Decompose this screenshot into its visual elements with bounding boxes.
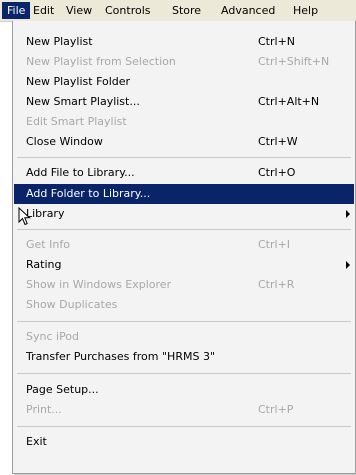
menu-separator bbox=[17, 229, 351, 230]
menu-item-label: Close Window bbox=[26, 135, 103, 148]
menu-item-rating[interactable]: Rating bbox=[14, 255, 354, 275]
menu-separator bbox=[17, 373, 351, 374]
submenu-arrow-icon bbox=[346, 261, 350, 269]
menu-file[interactable]: File bbox=[2, 2, 31, 19]
menu-item-label: New Playlist Folder bbox=[26, 75, 131, 88]
menu-item-new-playlist[interactable]: New Playlist Ctrl+N bbox=[14, 32, 354, 52]
menu-controls[interactable]: Controls bbox=[100, 2, 156, 19]
menu-item-shortcut: Ctrl+O bbox=[258, 166, 296, 179]
menu-item-new-playlist-folder[interactable]: New Playlist Folder bbox=[14, 72, 354, 92]
menu-item-transfer-purchases[interactable]: Transfer Purchases from "HRMS 3" bbox=[14, 347, 354, 367]
menu-item-label: Add File to Library... bbox=[26, 166, 135, 179]
menu-help[interactable]: Help bbox=[288, 2, 323, 19]
menu-view[interactable]: View bbox=[61, 2, 97, 19]
menu-item-new-smart-playlist[interactable]: New Smart Playlist... Ctrl+Alt+N bbox=[14, 92, 354, 112]
menu-item-shortcut: Ctrl+I bbox=[258, 238, 291, 251]
menu-item-label: Rating bbox=[26, 258, 62, 271]
submenu-arrow-icon bbox=[346, 210, 350, 218]
menu-item-label: New Playlist from Selection bbox=[26, 55, 176, 68]
menu-item-label: Exit bbox=[26, 435, 47, 448]
menu-item-show-duplicates[interactable]: Show Duplicates bbox=[14, 295, 354, 315]
menu-store[interactable]: Store bbox=[167, 2, 206, 19]
menu-item-page-setup[interactable]: Page Setup... bbox=[14, 380, 354, 400]
menu-item-shortcut: Ctrl+W bbox=[258, 135, 298, 148]
menu-item-library[interactable]: Library bbox=[14, 204, 354, 224]
menu-item-label: Add Folder to Library... bbox=[26, 187, 151, 200]
menu-item-edit-smart-playlist[interactable]: Edit Smart Playlist bbox=[14, 112, 354, 132]
menu-item-shortcut: Ctrl+N bbox=[258, 35, 296, 48]
menu-item-show-in-windows-explorer[interactable]: Show in Windows Explorer Ctrl+R bbox=[14, 275, 354, 295]
menu-item-label: Page Setup... bbox=[26, 383, 99, 396]
menu-item-add-folder-to-library[interactable]: Add Folder to Library... bbox=[14, 184, 354, 204]
menu-item-shortcut: Ctrl+R bbox=[258, 278, 295, 291]
file-menu-dropdown: New Playlist Ctrl+N New Playlist from Se… bbox=[12, 21, 356, 474]
menu-bar: File Edit View Controls Store Advanced H… bbox=[0, 0, 356, 22]
menu-item-shortcut: Ctrl+P bbox=[258, 403, 294, 416]
menu-item-label: Edit Smart Playlist bbox=[26, 115, 127, 128]
menu-item-new-playlist-from-selection[interactable]: New Playlist from Selection Ctrl+Shift+N bbox=[14, 52, 354, 72]
menu-separator bbox=[17, 157, 351, 158]
menu-item-label: Show in Windows Explorer bbox=[26, 278, 172, 291]
menu-item-label: New Smart Playlist... bbox=[26, 95, 140, 108]
menu-item-label: Show Duplicates bbox=[26, 298, 118, 311]
menu-item-label: Print... bbox=[26, 403, 62, 416]
menu-edit[interactable]: Edit bbox=[28, 2, 59, 19]
menu-item-label: Sync iPod bbox=[26, 330, 80, 343]
menu-item-exit[interactable]: Exit bbox=[14, 432, 354, 452]
menu-item-close-window[interactable]: Close Window Ctrl+W bbox=[14, 132, 354, 152]
menu-item-add-file-to-library[interactable]: Add File to Library... Ctrl+O bbox=[14, 163, 354, 183]
menu-advanced[interactable]: Advanced bbox=[216, 2, 280, 19]
mouse-cursor-icon bbox=[18, 207, 31, 226]
menu-item-shortcut: Ctrl+Shift+N bbox=[258, 55, 330, 68]
menu-item-print[interactable]: Print... Ctrl+P bbox=[14, 400, 354, 420]
menu-item-shortcut: Ctrl+Alt+N bbox=[258, 95, 320, 108]
menu-separator bbox=[17, 321, 351, 322]
menu-item-get-info[interactable]: Get Info Ctrl+I bbox=[14, 235, 354, 255]
menu-item-label: New Playlist bbox=[26, 35, 93, 48]
menu-item-sync-ipod[interactable]: Sync iPod bbox=[14, 327, 354, 347]
menu-separator bbox=[17, 426, 351, 427]
menu-item-label: Get Info bbox=[26, 238, 70, 251]
menu-item-label: Transfer Purchases from "HRMS 3" bbox=[26, 350, 216, 363]
